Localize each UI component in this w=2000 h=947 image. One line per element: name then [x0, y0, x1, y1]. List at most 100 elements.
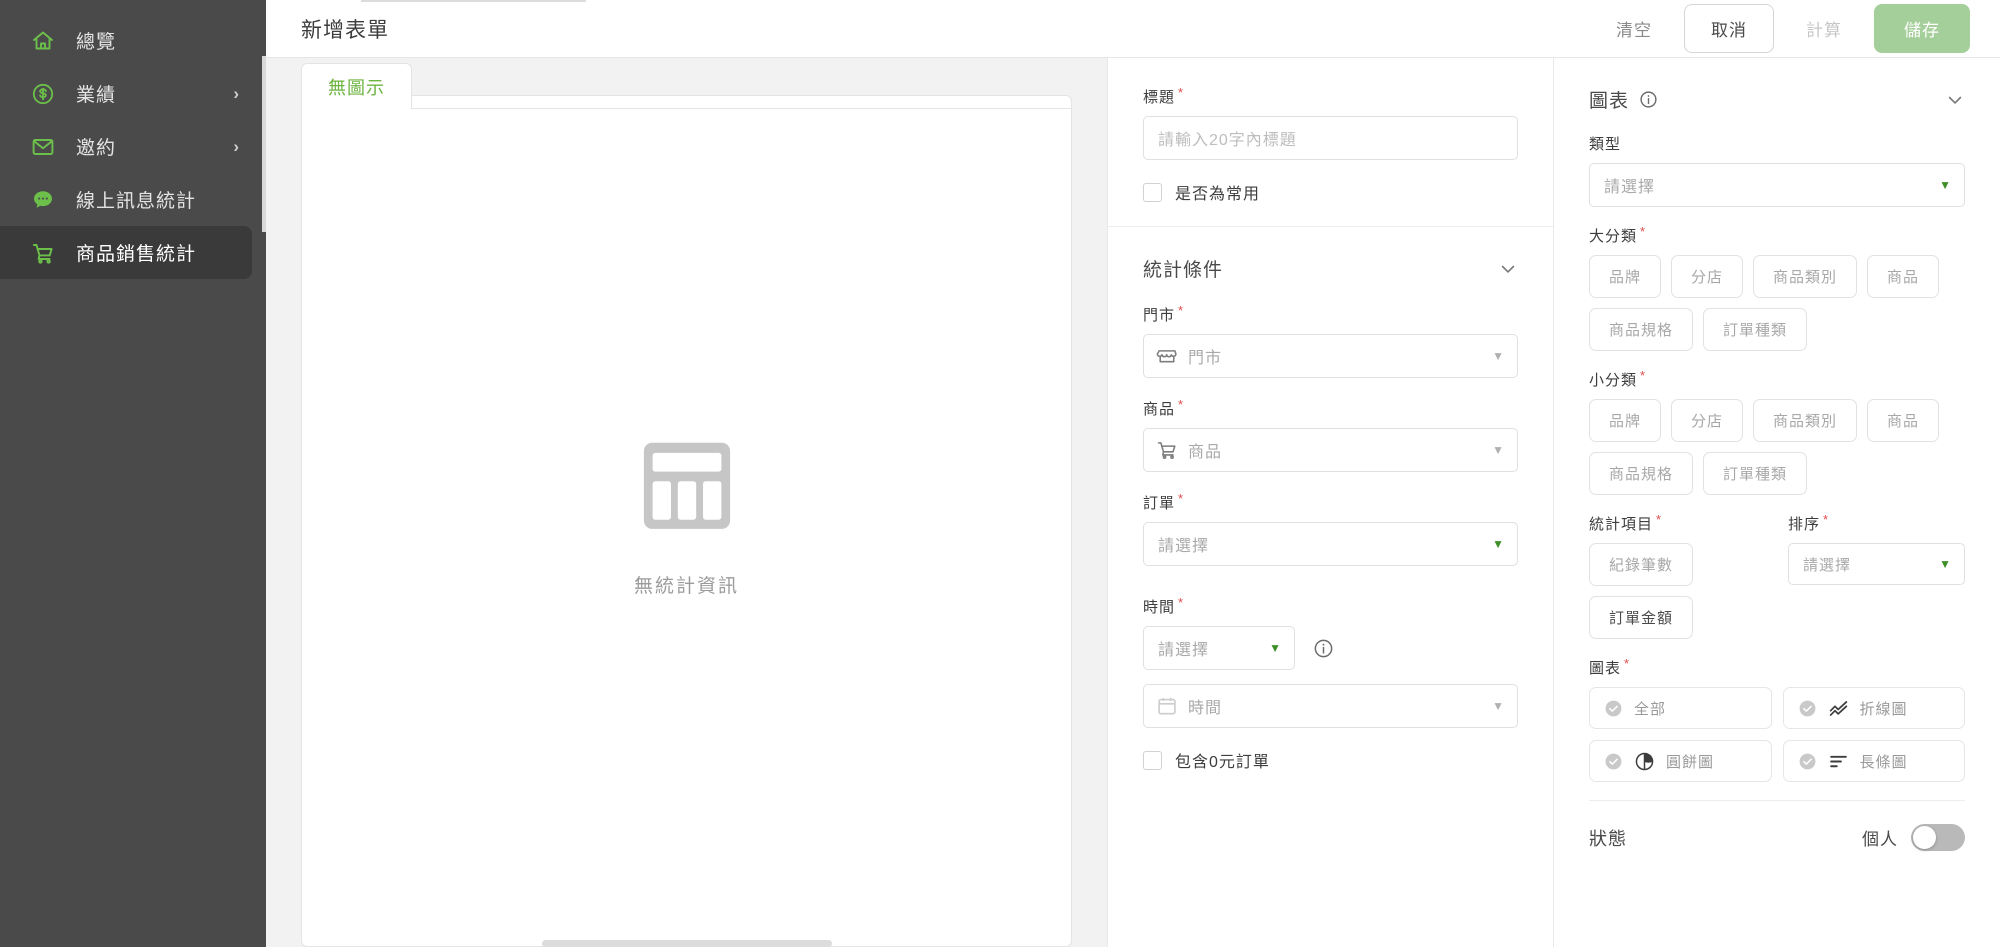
store-field-label: 門市 * [1143, 304, 1518, 325]
calculate-button[interactable]: 計算 [1796, 10, 1852, 47]
chart-option-bar[interactable]: 長條圖 [1782, 740, 1965, 782]
chip-option[interactable]: 紀錄筆數 [1589, 543, 1694, 586]
checkbox-icon[interactable] [1143, 182, 1162, 202]
chip-option[interactable]: 分店 [1671, 399, 1744, 442]
status-toggle[interactable] [1911, 824, 1965, 851]
chat-bubble-icon [30, 187, 56, 213]
chevron-down-icon[interactable]: ▼ [1939, 178, 1952, 192]
store-select[interactable]: 門市 ▼ [1143, 334, 1518, 378]
sort-label: 排序 * [1788, 513, 1965, 534]
chart-config-header[interactable]: 圖表 [1589, 58, 1965, 133]
chip-option[interactable]: 分店 [1671, 255, 1744, 298]
minor-category-chips: 品牌 分店 商品類別 商品 商品規格 訂單種類 [1589, 399, 1965, 495]
label-text: 標題 [1143, 89, 1176, 106]
required-marker: * [1178, 595, 1185, 610]
title-input[interactable]: 請輸入20字內標題 [1143, 116, 1518, 160]
required-marker: * [1656, 512, 1663, 527]
sidebar-item-overview[interactable]: 總覽 [0, 14, 266, 67]
chip-option[interactable]: 品牌 [1589, 399, 1662, 442]
chart-config-header-label: 圖表 [1589, 91, 1630, 112]
major-category-label: 大分類 * [1589, 225, 1965, 246]
required-marker: * [1640, 224, 1647, 239]
chevron-down-icon[interactable] [1945, 90, 1965, 110]
chevron-down-icon[interactable]: ▼ [1492, 699, 1505, 713]
chip-option[interactable]: 商品類別 [1753, 399, 1858, 442]
dollar-circle-icon [30, 81, 56, 107]
preview-horizontal-scrollbar[interactable] [541, 940, 832, 947]
store-select-value: 門市 [1188, 350, 1223, 367]
required-marker: * [1640, 368, 1647, 383]
favorite-checkbox-row[interactable]: 是否為常用 [1143, 180, 1518, 204]
info-icon[interactable] [1639, 90, 1660, 109]
line-chart-icon [1828, 698, 1849, 719]
chip-option[interactable]: 商品規格 [1589, 452, 1694, 495]
check-circle-icon[interactable] [1604, 699, 1623, 718]
conditions-section: 統計條件 門市 * 門市 ▼ 商品 * 商品 ▼ 訂單 * 請選擇 ▼ 時間 *… [1108, 226, 1553, 794]
sidebar-item-performance[interactable]: 業績 › [0, 67, 266, 120]
chip-option[interactable]: 商品類別 [1753, 255, 1858, 298]
sidebar-item-online-message-stats[interactable]: 線上訊息統計 [0, 173, 266, 226]
sidebar-item-invitation[interactable]: 邀約 › [0, 120, 266, 173]
chart-option-line[interactable]: 折線圖 [1782, 687, 1965, 729]
label-text: 統計項目 [1589, 516, 1654, 533]
zero-order-checkbox-row[interactable]: 包含0元訂單 [1143, 748, 1518, 772]
shopping-cart-icon [30, 240, 56, 266]
check-circle-icon[interactable] [1798, 752, 1817, 771]
chip-option[interactable]: 商品 [1867, 255, 1940, 298]
product-select[interactable]: 商品 ▼ [1143, 428, 1518, 472]
label-text: 訂單 [1143, 495, 1176, 512]
chevron-down-icon[interactable]: ▼ [1492, 443, 1505, 457]
chevron-down-icon[interactable]: ▼ [1492, 537, 1505, 551]
chip-option[interactable]: 商品規格 [1589, 308, 1694, 351]
sort-select[interactable]: 請選擇 ▼ [1788, 543, 1965, 585]
check-circle-icon[interactable] [1604, 752, 1623, 771]
tab-no-chart[interactable]: 無圖示 [301, 63, 412, 109]
label-text: 圖表 [1589, 660, 1622, 677]
check-circle-icon[interactable] [1798, 699, 1817, 718]
chart-type-select[interactable]: 請選擇 ▼ [1589, 163, 1965, 207]
chip-option[interactable]: 訂單金額 [1589, 596, 1694, 639]
title-field-group: 標題 * 請輸入20字內標題 [1143, 86, 1518, 160]
chip-option[interactable]: 商品 [1867, 399, 1940, 442]
chip-option[interactable]: 訂單種類 [1703, 308, 1808, 351]
chart-option-label: 全部 [1634, 700, 1667, 718]
required-marker: * [1178, 303, 1185, 318]
required-marker: * [1178, 85, 1185, 100]
label-text: 小分類 [1589, 372, 1638, 389]
sidebar-item-label: 線上訊息統計 [76, 191, 197, 212]
chevron-down-icon[interactable]: ▼ [1269, 641, 1282, 655]
sidebar-item-product-sales-stats[interactable]: 商品銷售統計 [0, 226, 252, 279]
clear-button[interactable]: 清空 [1606, 10, 1662, 47]
stat-item-group: 統計項目 * 紀錄筆數 訂單金額 [1589, 513, 1766, 639]
date-select[interactable]: 時間 ▼ [1143, 684, 1518, 728]
sidebar-item-label: 邀約 [76, 138, 117, 159]
time-range-row: 請選擇 ▼ [1143, 626, 1518, 670]
save-button[interactable]: 儲存 [1874, 4, 1970, 53]
order-select[interactable]: 請選擇 ▼ [1143, 522, 1518, 566]
conditions-header[interactable]: 統計條件 [1143, 255, 1518, 282]
chevron-down-icon[interactable]: ▼ [1939, 557, 1952, 571]
cancel-button[interactable]: 取消 [1684, 4, 1774, 53]
chevron-right-icon: › [233, 83, 240, 103]
topbar: 新增表單 清空 取消 計算 儲存 [266, 0, 2000, 58]
chart-option-all[interactable]: 全部 [1589, 687, 1772, 729]
main-area: 新增表單 清空 取消 計算 儲存 無圖示 無統計資訊 標題 * 請輸入20字內標… [266, 0, 2000, 947]
chevron-down-icon[interactable] [1498, 259, 1518, 279]
chip-option[interactable]: 品牌 [1589, 255, 1662, 298]
shopping-cart-icon [1156, 439, 1178, 461]
chart-option-label: 長條圖 [1859, 753, 1908, 771]
home-icon [30, 28, 56, 54]
time-range-select[interactable]: 請選擇 ▼ [1143, 626, 1295, 670]
checkbox-icon[interactable] [1143, 750, 1162, 770]
chip-option[interactable]: 訂單種類 [1703, 452, 1808, 495]
chevron-down-icon[interactable]: ▼ [1492, 349, 1505, 363]
label-text: 門市 [1143, 307, 1176, 324]
date-select-value: 時間 [1188, 700, 1223, 717]
info-icon[interactable] [1313, 638, 1334, 659]
chart-option-pie[interactable]: 圓餅圖 [1589, 740, 1772, 782]
preview-card: 無圖示 無統計資訊 [301, 63, 1072, 947]
product-select-value: 商品 [1188, 444, 1223, 461]
order-field-group: 訂單 * 請選擇 ▼ [1143, 492, 1518, 566]
chart-config-column: 圖表 類型 請選擇 ▼ 大分類 * 品牌 分店 商品類別 商品 商品規格 訂單種… [1554, 58, 2000, 947]
chart-options-label: 圖表 * [1589, 657, 1965, 678]
